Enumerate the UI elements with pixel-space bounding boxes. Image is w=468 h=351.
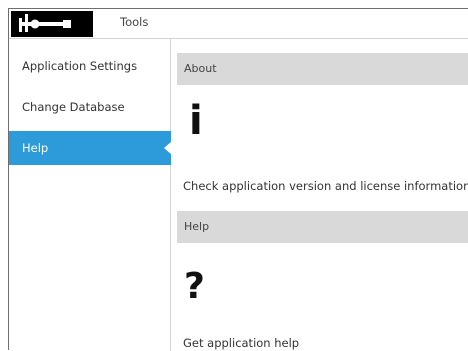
sidebar-item-label: Help (22, 141, 49, 155)
sidebar-item-label: Application Settings (22, 59, 138, 73)
question-icon[interactable]: ? (184, 267, 205, 307)
sidebar-item-application-settings[interactable]: Application Settings (9, 49, 171, 83)
about-description[interactable]: Check application version and license in… (183, 179, 468, 193)
tools-window: Tools Application Settings Change Databa… (8, 8, 468, 351)
page-title: Tools (120, 15, 149, 29)
sidebar-item-help[interactable]: Help (9, 131, 172, 165)
sidebar-item-label: Change Database (22, 100, 125, 114)
sidebar-item-change-database[interactable]: Change Database (9, 90, 171, 124)
caliper-icon (19, 14, 71, 32)
sidebar: Application Settings Change Database Hel… (9, 39, 172, 351)
section-header-about: About (177, 53, 468, 85)
content-panel: About i Check application version and li… (171, 39, 468, 351)
info-icon[interactable]: i (189, 101, 203, 141)
help-description[interactable]: Get application help (183, 336, 299, 350)
section-header-help: Help (177, 211, 468, 243)
app-logo[interactable] (11, 11, 93, 37)
top-bar: Tools (9, 9, 468, 39)
